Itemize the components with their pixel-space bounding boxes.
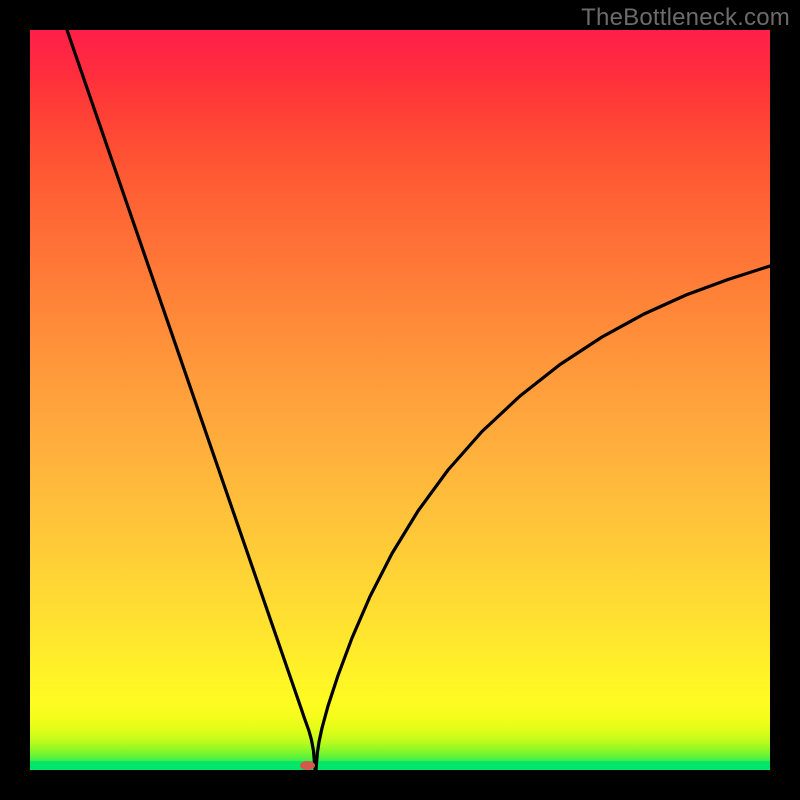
minimum-marker	[300, 761, 315, 770]
watermark-text: TheBottleneck.com	[581, 4, 790, 32]
chart-frame: TheBottleneck.com	[0, 0, 800, 800]
bottleneck-curve	[30, 30, 770, 770]
curve-path	[67, 30, 770, 770]
